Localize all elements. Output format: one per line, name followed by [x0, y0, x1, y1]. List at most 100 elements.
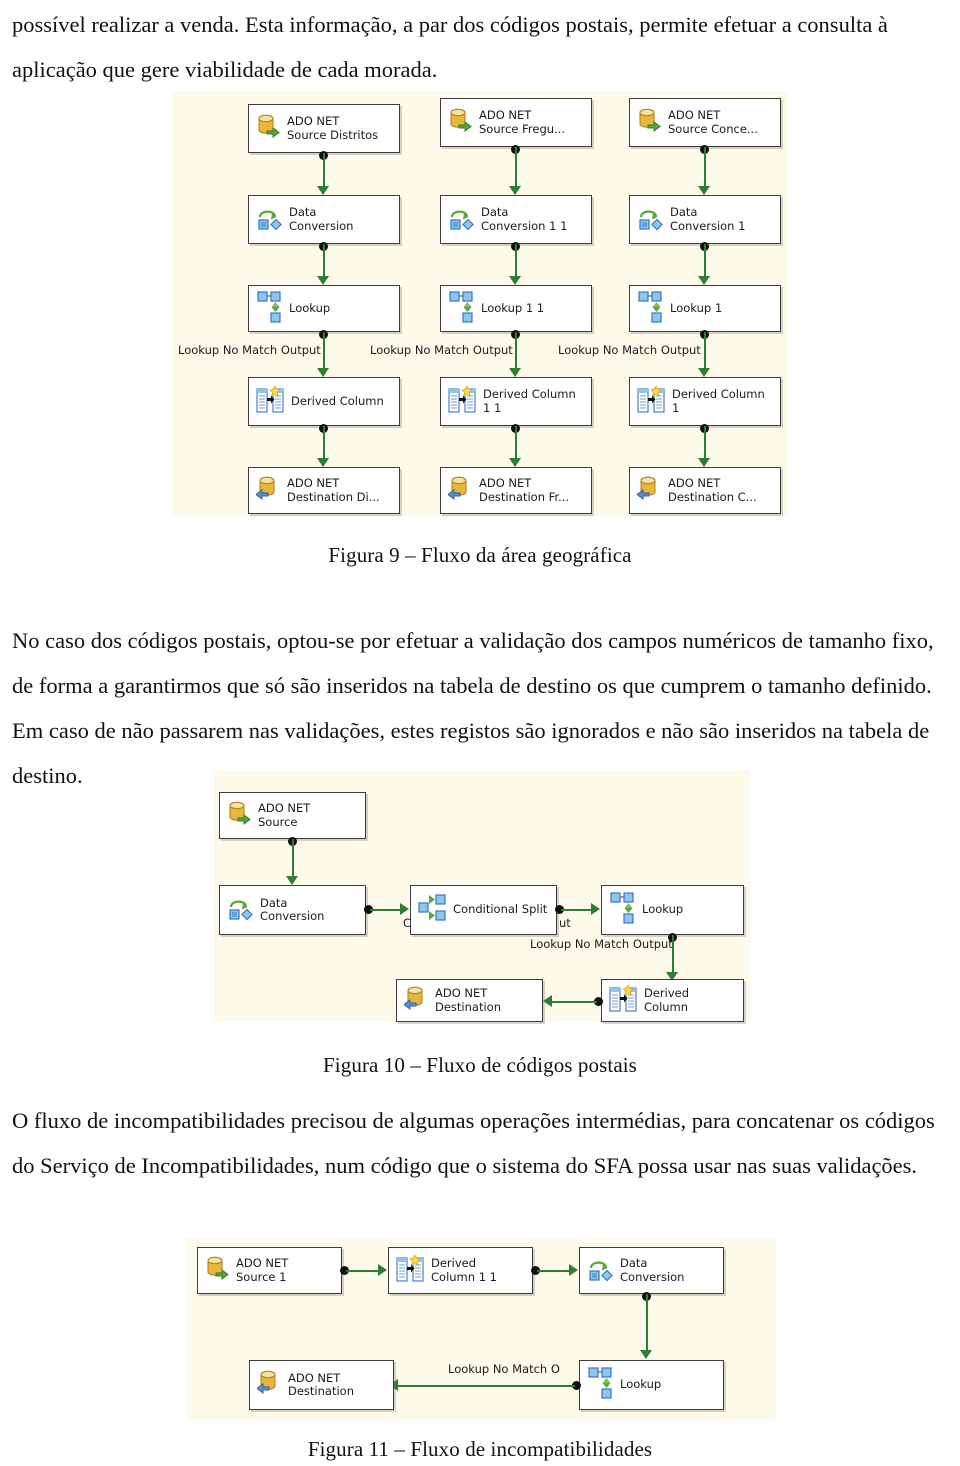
node-label: ADO NET Source Distritos [287, 114, 379, 142]
node-data-conversion[interactable]: Data Conversion [219, 885, 366, 935]
connector-arrow-icon [509, 458, 521, 467]
ado-net-destination-icon [256, 1370, 281, 1400]
connector-arrow-icon [698, 186, 710, 195]
connector-line [703, 332, 706, 369]
node-ado-net-source-1[interactable]: ADO NET Source 1 [197, 1247, 342, 1294]
node-label: Derived Column 1 [672, 387, 765, 415]
paragraph-bottom-text: O fluxo de incompatibilidades precisou d… [12, 1108, 935, 1178]
connector-line [346, 1269, 380, 1272]
paragraph-top-text: possível realizar a venda. Esta informaç… [12, 12, 888, 82]
node-label: Data Conversion [260, 895, 325, 923]
node-ado-net-source-concelhos[interactable]: ADO NET Source Conce... [629, 98, 781, 147]
connector-arrow-icon [591, 903, 600, 915]
node-label: ADO NET Source 1 [236, 1256, 289, 1284]
conditional-split-icon [418, 894, 446, 926]
node-label: ADO NET Source [258, 801, 311, 829]
connector-arrow-icon [317, 276, 329, 285]
connector-line [370, 908, 402, 911]
edge-label-lookup-no-match-output: Lookup No Match Output [558, 343, 701, 357]
data-conversion-icon [256, 205, 282, 235]
node-ado-net-destination-concelhos[interactable]: ADO NET Destination C... [629, 467, 781, 514]
node-derived-column[interactable]: Derived Column [248, 377, 400, 426]
data-conversion-icon [587, 1256, 613, 1286]
edge-label-conditional-split-clip-right: ut [559, 916, 571, 930]
data-conversion-icon [637, 205, 663, 235]
figure10-canvas: ADO NET Source Data Conversion C Conditi… [213, 770, 750, 1022]
connector-line [561, 908, 593, 911]
lookup-icon [448, 290, 474, 328]
derived-column-icon [637, 384, 665, 419]
node-label: ADO NET Destination Fr... [479, 476, 570, 504]
node-label: ADO NET Destination Di... [287, 476, 380, 504]
node-label: ADO NET Source Conce... [668, 108, 758, 136]
node-data-conversion[interactable]: Data Conversion [579, 1247, 724, 1294]
node-label: ADO NET Destination [435, 986, 501, 1014]
caption-figura-11: Figura 11 – Fluxo de incompatibilidades [307, 1437, 653, 1461]
node-ado-net-source-freguesias[interactable]: ADO NET Source Fregu... [440, 98, 592, 147]
figure9-canvas: ADO NET Source Distritos ADO NET Source … [172, 90, 788, 517]
data-conversion-icon [448, 205, 474, 235]
node-lookup[interactable]: Lookup [248, 285, 400, 332]
connector-line [703, 147, 706, 188]
node-label: Data Conversion 1 [670, 205, 746, 233]
ado-net-source-icon [205, 1256, 229, 1286]
edge-label-lookup-no-match-output: Lookup No Match Output [178, 343, 321, 357]
node-label: Lookup 1 1 [481, 300, 545, 315]
node-derived-column-1[interactable]: Derived Column 1 [629, 377, 781, 426]
node-conditional-split[interactable]: Conditional Split [410, 885, 557, 935]
connector-line [322, 426, 325, 459]
connector-line [703, 244, 706, 277]
paragraph-bottom: O fluxo de incompatibilidades precisou d… [12, 1098, 948, 1188]
node-ado-net-source[interactable]: ADO NET Source [219, 792, 366, 839]
ado-net-source-icon [448, 108, 472, 138]
node-ado-net-destination-distritos[interactable]: ADO NET Destination Di... [248, 467, 400, 514]
ado-net-source-icon [227, 801, 251, 831]
connector-arrow-icon [286, 876, 298, 885]
figure11-canvas: ADO NET Source 1 Derived Column 1 1 Data… [186, 1238, 776, 1420]
node-derived-column-1-1[interactable]: Derived Column 1 1 [388, 1247, 533, 1294]
connector-arrow-icon [698, 368, 710, 377]
node-lookup[interactable]: Lookup [601, 885, 744, 935]
node-derived-column[interactable]: Derived Column [601, 979, 744, 1022]
connector-line [322, 153, 325, 188]
derived-column-icon [256, 384, 284, 419]
connector-line [322, 332, 325, 369]
connector-arrow-icon [317, 186, 329, 195]
node-label: Lookup [289, 300, 331, 315]
edge-label-lookup-no-match-output-clipped: Lookup No Match O [448, 1362, 560, 1376]
derived-column-icon [448, 384, 476, 419]
derived-column-icon [396, 1253, 424, 1288]
node-lookup-1-1[interactable]: Lookup 1 1 [440, 285, 592, 332]
node-label: ADO NET Destination C... [668, 476, 757, 504]
node-label: Derived Column 1 1 [431, 1256, 497, 1284]
connector-line [703, 426, 706, 459]
connector-arrow-icon [543, 995, 552, 1007]
connector-line [537, 1269, 571, 1272]
node-ado-net-destination[interactable]: ADO NET Destination [396, 979, 543, 1022]
node-lookup-1[interactable]: Lookup 1 [629, 285, 781, 332]
node-derived-column-1-1[interactable]: Derived Column 1 1 [440, 377, 592, 426]
connector-line [322, 244, 325, 277]
connector-arrow-icon [698, 276, 710, 285]
node-data-conversion[interactable]: Data Conversion [248, 195, 400, 244]
node-ado-net-source-distritos[interactable]: ADO NET Source Distritos [248, 104, 400, 153]
node-label: Data Conversion [289, 205, 354, 233]
node-lookup[interactable]: Lookup [579, 1360, 724, 1410]
ado-net-destination-icon [447, 476, 472, 506]
connector-arrow-icon [317, 458, 329, 467]
connector-line [514, 332, 517, 369]
node-label: Derived Column 1 1 [483, 387, 576, 415]
node-data-conversion-1[interactable]: Data Conversion 1 [629, 195, 781, 244]
ado-net-destination-icon [636, 476, 661, 506]
edge-label-lookup-no-match-output: Lookup No Match Output [370, 343, 513, 357]
node-label: Lookup [642, 902, 684, 917]
node-ado-net-destination-freguesias[interactable]: ADO NET Destination Fr... [440, 467, 592, 514]
node-data-conversion-1-1[interactable]: Data Conversion 1 1 [440, 195, 592, 244]
paragraph-top: possível realizar a venda. Esta informaç… [12, 2, 948, 92]
lookup-icon [587, 1366, 613, 1404]
ado-net-destination-icon [403, 986, 428, 1016]
node-ado-net-destination[interactable]: ADO NET Destination [249, 1360, 394, 1410]
node-label: Conditional Split [453, 902, 548, 917]
ado-net-destination-icon [255, 476, 280, 506]
connector-line [291, 839, 294, 877]
